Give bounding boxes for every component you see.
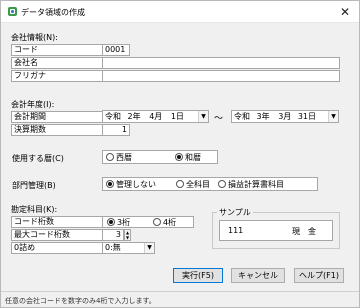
radio-selected-icon <box>107 218 115 226</box>
max-digits-label: 最大コード桁数 <box>11 229 103 241</box>
calendar-label: 使用する暦(C) <box>12 154 64 163</box>
sample-code: 111 <box>228 226 244 235</box>
period-tilde: ～ <box>214 114 224 124</box>
digits-option-3[interactable]: 3桁 <box>107 218 130 227</box>
calendar-radio-group: 西暦 和暦 <box>102 150 218 164</box>
start-month: 4月 <box>149 112 163 121</box>
zero-fill-label: 0詰め <box>11 242 103 254</box>
company-name-input[interactable] <box>102 57 340 69</box>
department-label: 部門管理(B) <box>12 181 56 190</box>
radio-icon <box>176 180 184 188</box>
end-year: 3年 <box>256 112 270 121</box>
chevron-down-icon[interactable]: ▼ <box>328 111 338 122</box>
zero-fill-select[interactable]: 0:無 ▼ <box>102 242 155 254</box>
period-label: 会計期間 <box>11 111 103 123</box>
status-bar: 任意の会社コードを数字のみ4桁で入力します。 <box>1 291 359 307</box>
company-kana-label: フリガナ <box>11 70 103 82</box>
radio-icon <box>106 153 114 161</box>
accounts-section-label: 勘定科目(K): <box>11 205 58 214</box>
end-month: 3月 <box>278 112 292 121</box>
department-option-pl[interactable]: 損益計算書科目 <box>218 180 284 189</box>
code-label: コード <box>11 44 103 56</box>
department-option-none[interactable]: 管理しない <box>106 180 156 189</box>
dialog-window: データ領域の作成 ✕ 会社情報(N): コード 0001 会社名 フリガナ 会計… <box>0 0 360 308</box>
window-title: データ領域の作成 <box>21 8 85 17</box>
radio-icon <box>218 180 226 188</box>
closing-label: 決算期数 <box>11 124 103 136</box>
chevron-down-icon[interactable]: ▼ <box>144 243 154 253</box>
start-year: 2年 <box>127 112 141 121</box>
start-era: 令和 <box>105 112 121 121</box>
end-era: 令和 <box>234 112 250 121</box>
sample-name: 現 金 <box>292 227 316 236</box>
fiscal-section-label: 会計年度(I): <box>11 100 55 109</box>
status-text: 任意の会社コードを数字のみ4桁で入力します。 <box>5 297 156 305</box>
chevron-down-icon[interactable]: ▼ <box>198 111 208 122</box>
start-date-select[interactable]: 令和 2年 4月 1日 ▼ <box>102 110 209 123</box>
cancel-button[interactable]: キャンセル <box>231 268 285 283</box>
digits-label: コード桁数 <box>11 216 103 228</box>
digits-option-4[interactable]: 4桁 <box>153 218 176 227</box>
title-bar: データ領域の作成 ✕ <box>1 1 359 23</box>
radio-selected-icon <box>175 153 183 161</box>
department-radio-group: 管理しない 全科目 損益計算書科目 <box>102 177 318 191</box>
company-section-label: 会社情報(N): <box>11 33 58 42</box>
company-name-label: 会社名 <box>11 57 103 69</box>
max-digits-spinner[interactable]: ▲ ▼ <box>124 229 131 241</box>
execute-button[interactable]: 実行(F5) <box>173 268 223 283</box>
close-icon[interactable]: ✕ <box>337 4 353 20</box>
help-button[interactable]: ヘルプ(F1) <box>294 268 344 283</box>
app-icon <box>7 6 18 17</box>
closing-count-input[interactable]: 1 <box>102 124 130 136</box>
end-day: 31日 <box>297 112 317 121</box>
max-digits-input[interactable]: 3 <box>102 229 124 241</box>
calendar-option-japanese[interactable]: 和暦 <box>175 153 201 162</box>
company-kana-input[interactable] <box>102 70 340 82</box>
start-day: 1日 <box>170 112 184 121</box>
radio-selected-icon <box>106 180 114 188</box>
radio-icon <box>153 218 161 226</box>
company-code-input[interactable]: 0001 <box>102 44 130 56</box>
sample-preview: 111 現 金 <box>219 220 333 241</box>
calendar-option-western[interactable]: 西暦 <box>106 153 132 162</box>
end-date-select[interactable]: 令和 3年 3月 31日 ▼ <box>231 110 339 123</box>
department-option-all[interactable]: 全科目 <box>176 180 210 189</box>
sample-label: サンプル <box>217 207 253 218</box>
digits-radio-group: 3桁 4桁 <box>102 216 194 228</box>
